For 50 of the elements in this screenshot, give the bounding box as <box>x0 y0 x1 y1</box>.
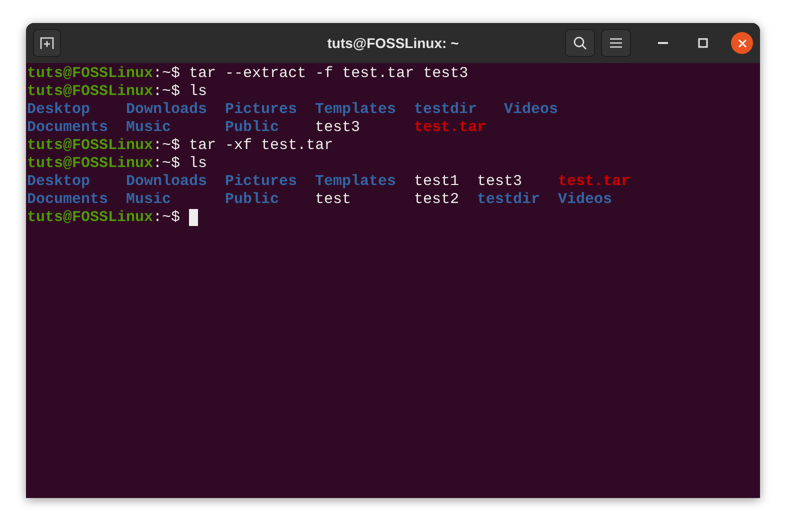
file-name: test2 <box>414 191 460 208</box>
prompt-user-host: tuts@FOSSLinux <box>27 65 154 83</box>
file-name: test3 <box>477 173 522 190</box>
file-name: test.tar <box>558 173 630 190</box>
directory-name: Public <box>225 191 280 208</box>
command-text: ls <box>189 155 208 173</box>
directory-name: Pictures <box>225 173 298 190</box>
search-button[interactable] <box>565 29 595 57</box>
directory-name: Desktop <box>27 173 90 190</box>
directory-name: Documents <box>27 119 108 136</box>
directory-name: testdir <box>414 101 478 118</box>
prompt-user-host: tuts@FOSSLinux <box>27 137 154 155</box>
directory-name: Downloads <box>126 101 208 118</box>
menu-button[interactable] <box>601 29 631 57</box>
close-icon <box>738 38 746 48</box>
directory-name: Videos <box>504 101 558 118</box>
prompt-path: :~$ <box>153 155 180 173</box>
prompt-user-host: tuts@FOSSLinux <box>27 209 154 227</box>
prompt-path: :~$ <box>153 209 180 227</box>
window-title: tuts@FOSSLinux: ~ <box>327 34 459 52</box>
prompt-user-host: tuts@FOSSLinux <box>27 155 154 173</box>
directory-name: Templates <box>315 173 396 190</box>
directory-name: testdir <box>477 191 540 208</box>
prompt-user-host: tuts@FOSSLinux <box>27 83 154 101</box>
maximize-icon <box>698 38 708 48</box>
file-name: test.tar <box>414 119 486 136</box>
file-name: test <box>315 191 352 208</box>
file-name: test3 <box>315 119 360 136</box>
command-text: tar -xf test.tar <box>189 137 334 155</box>
close-button[interactable] <box>731 32 753 54</box>
new-tab-icon <box>40 36 54 50</box>
command-text: tar --extract -f test.tar test3 <box>189 65 468 83</box>
directory-name: Downloads <box>126 173 208 190</box>
menu-icon <box>610 38 622 48</box>
prompt-path: :~$ <box>153 83 180 101</box>
prompt-path: :~$ <box>153 65 180 83</box>
file-name: test1 <box>414 173 460 190</box>
prompt-path: :~$ <box>153 137 180 155</box>
directory-name: Music <box>126 119 172 136</box>
new-tab-button[interactable] <box>33 29 61 57</box>
directory-name: Documents <box>27 191 108 208</box>
directory-name: Music <box>126 191 172 208</box>
directory-name: Public <box>225 119 280 136</box>
directory-name: Pictures <box>225 101 298 118</box>
search-icon <box>573 36 587 50</box>
minimize-icon <box>658 42 668 44</box>
directory-name: Templates <box>315 101 396 118</box>
command-text: ls <box>189 83 208 101</box>
directory-name: Videos <box>558 191 612 208</box>
directory-name: Desktop <box>27 101 90 118</box>
